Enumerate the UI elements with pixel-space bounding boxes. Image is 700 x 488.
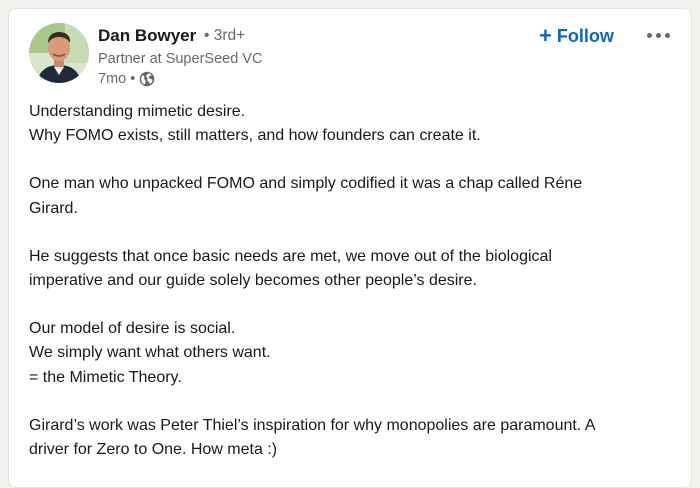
post-line: imperative and our guide solely becomes … <box>29 272 477 290</box>
author-name[interactable]: Dan Bowyer <box>98 26 196 46</box>
post-line: driver for Zero to One. How meta :) <box>29 441 278 459</box>
post-line: Girard’s work was Peter Thiel’s inspirat… <box>29 416 596 434</box>
post-card: Dan Bowyer • 3rd+ Partner at SuperSeed V… <box>8 8 692 488</box>
follow-label: Follow <box>556 25 614 46</box>
post-line: = the Mimetic Theory. <box>29 368 182 386</box>
post-line: Girard. <box>29 199 78 217</box>
post-line: Our model of desire is social. <box>29 320 236 338</box>
author-avatar[interactable] <box>29 23 89 83</box>
post-line: We simply want what others want. <box>29 344 271 362</box>
post-line: Understanding mimetic desire. <box>29 103 246 120</box>
plus-icon: + <box>539 23 552 48</box>
post-meta: 7mo • <box>98 70 155 88</box>
connection-degree: • 3rd+ <box>204 27 246 44</box>
more-options-icon[interactable] <box>643 27 673 43</box>
follow-button[interactable]: + Follow <box>539 23 614 49</box>
more-dot <box>664 32 670 38</box>
post-text: Understanding mimetic desire. Why FOMO e… <box>29 100 681 462</box>
avatar-photo <box>29 23 89 83</box>
post-line: He suggests that once basic needs are me… <box>29 247 552 265</box>
post-line: One man who unpacked FOMO and simply cod… <box>29 175 583 193</box>
post-line: Why FOMO exists, still matters, and how … <box>29 127 481 145</box>
globe-icon <box>140 71 155 87</box>
more-dot <box>646 32 652 38</box>
post-time[interactable]: 7mo • <box>98 71 135 87</box>
author-headline: Partner at SuperSeed VC <box>98 51 263 67</box>
more-dot <box>655 32 661 38</box>
